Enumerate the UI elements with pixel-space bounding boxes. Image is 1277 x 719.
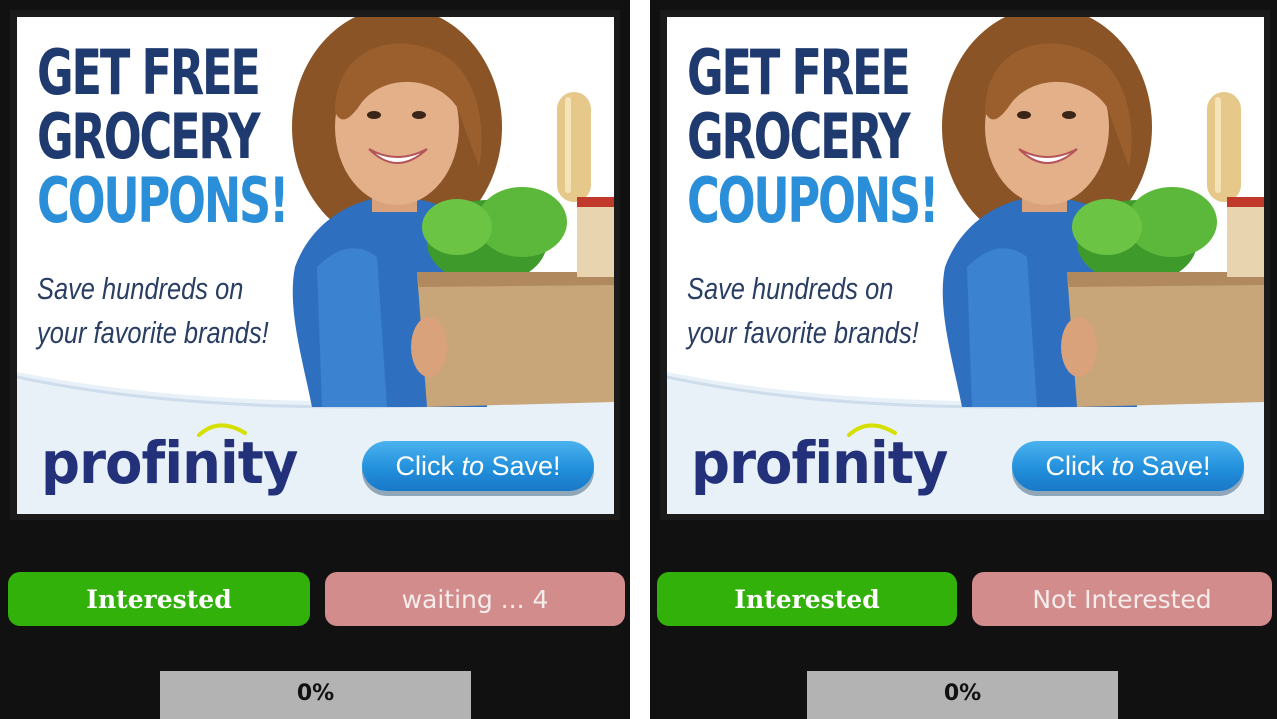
ad-banner[interactable]: GET FREE GROCERY COUPONS! Save hundreds …	[17, 17, 614, 514]
ad-tagline: Save hundreds on your favorite brands!	[37, 267, 269, 355]
interested-button[interactable]: Interested	[8, 572, 310, 626]
progress-bar: 0%	[807, 671, 1118, 719]
brand-logo: profinity	[41, 429, 298, 497]
ad-panel-left: GET FREE GROCERY COUPONS! Save hundreds …	[0, 0, 630, 719]
tagline-line-2: your favorite brands!	[687, 315, 919, 350]
not-interested-button[interactable]: waiting ... 4	[325, 572, 625, 626]
cta-suffix: Save!	[1133, 451, 1211, 481]
brand-logo: profinity	[691, 429, 948, 497]
cta-prefix: Click	[395, 451, 462, 481]
not-interested-button[interactable]: Not Interested	[972, 572, 1272, 626]
cta-suffix: Save!	[483, 451, 561, 481]
tagline-line-2: your favorite brands!	[37, 315, 269, 350]
ad-headline: GET FREE GROCERY COUPONS!	[37, 41, 385, 233]
headline-line-3: COUPONS!	[687, 164, 939, 237]
click-to-save-button[interactable]: Click to Save!	[362, 441, 594, 491]
tagline-line-1: Save hundreds on	[687, 271, 894, 306]
ad-frame: GET FREE GROCERY COUPONS! Save hundreds …	[10, 10, 620, 520]
ad-frame: GET FREE GROCERY COUPONS! Save hundreds …	[660, 10, 1270, 520]
tagline-line-1: Save hundreds on	[37, 271, 244, 306]
ad-panel-right: GET FREE GROCERY COUPONS! Save hundreds …	[650, 0, 1277, 719]
click-to-save-button[interactable]: Click to Save!	[1012, 441, 1244, 491]
headline-line-1: GET FREE	[37, 36, 261, 109]
headline-line-2: GROCERY	[37, 100, 261, 173]
headline-line-1: GET FREE	[687, 36, 911, 109]
cta-prefix: Click	[1045, 451, 1112, 481]
cta-italic: to	[1111, 451, 1134, 481]
cta-italic: to	[461, 451, 484, 481]
ad-banner[interactable]: GET FREE GROCERY COUPONS! Save hundreds …	[667, 17, 1264, 514]
progress-bar: 0%	[160, 671, 471, 719]
headline-line-2: GROCERY	[687, 100, 911, 173]
ad-headline: GET FREE GROCERY COUPONS!	[687, 41, 1035, 233]
headline-line-3: COUPONS!	[37, 164, 289, 237]
ad-tagline: Save hundreds on your favorite brands!	[687, 267, 919, 355]
interested-button[interactable]: Interested	[657, 572, 957, 626]
